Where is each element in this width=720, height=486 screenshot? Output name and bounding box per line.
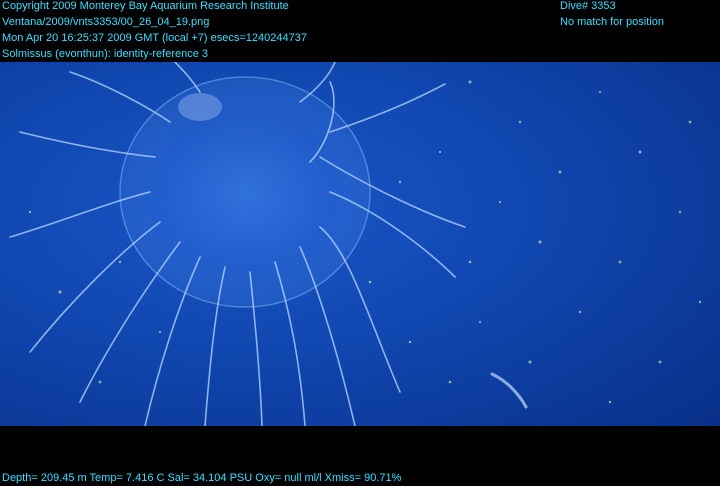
underwater-scene — [0, 62, 720, 426]
water-background — [0, 62, 720, 426]
species-label-text: Solmissus (evonthun): identity-reference… — [2, 48, 209, 60]
timestamp-text: Mon Apr 20 16:25:37 2009 GMT (local +7) … — [2, 32, 307, 44]
telemetry-text: Depth= 209.45 m Temp= 7.416 C Sal= 34.10… — [2, 472, 402, 484]
filename-text: Ventana/2009/vnts3353/00_26_04_19.png — [2, 16, 210, 28]
position-status-text: No match for position — [560, 16, 664, 28]
dive-number-text: Dive# 3353 — [560, 0, 616, 12]
jellyfish-image — [0, 62, 720, 426]
copyright-text: Copyright 2009 Monterey Bay Aquarium Res… — [2, 0, 289, 12]
